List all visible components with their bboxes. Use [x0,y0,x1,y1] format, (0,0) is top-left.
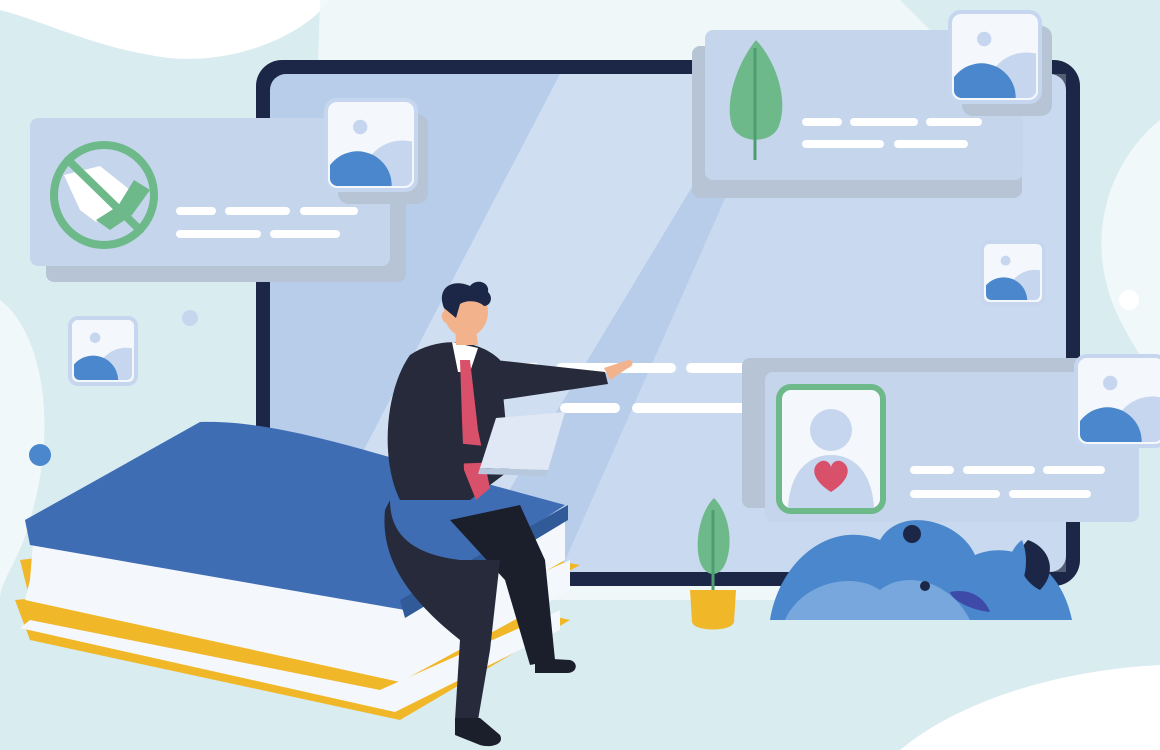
bush-berry [903,525,921,543]
bush-berry [920,581,930,591]
card-line [176,207,216,215]
shoe-back [535,658,576,673]
thumbnail-sun [1000,255,1011,266]
card-line [963,466,1035,474]
dot-left-light [182,310,198,326]
illustration-scene [0,0,1160,750]
card-line [300,207,358,215]
card-line [910,490,1000,498]
user-heart-icon-head [810,409,852,451]
blob-bottom-right [900,665,1160,750]
image-placeholder-icon [68,316,138,386]
thumbnail-sun [1103,375,1118,391]
card-line [802,118,842,126]
thumbnail-sun [89,332,101,344]
card-line [894,140,968,148]
card-line [802,140,884,148]
thumbnail-sun [977,31,992,47]
card-line [926,118,982,126]
card-line [176,230,261,238]
card-line [850,118,918,126]
card-line [1009,490,1091,498]
card-line [910,466,954,474]
user-heart-icon [776,384,886,514]
screen-line [560,403,620,413]
screen-line [686,363,746,373]
card-line [225,207,290,215]
shoe-front [455,718,501,747]
plant-pot [690,590,736,630]
card-line [270,230,340,238]
blob-top-left [0,0,330,59]
dot-right-white [1119,290,1139,310]
dot-left-blue [29,444,51,466]
thumbnail-sun [353,119,368,135]
card-line [1043,466,1105,474]
